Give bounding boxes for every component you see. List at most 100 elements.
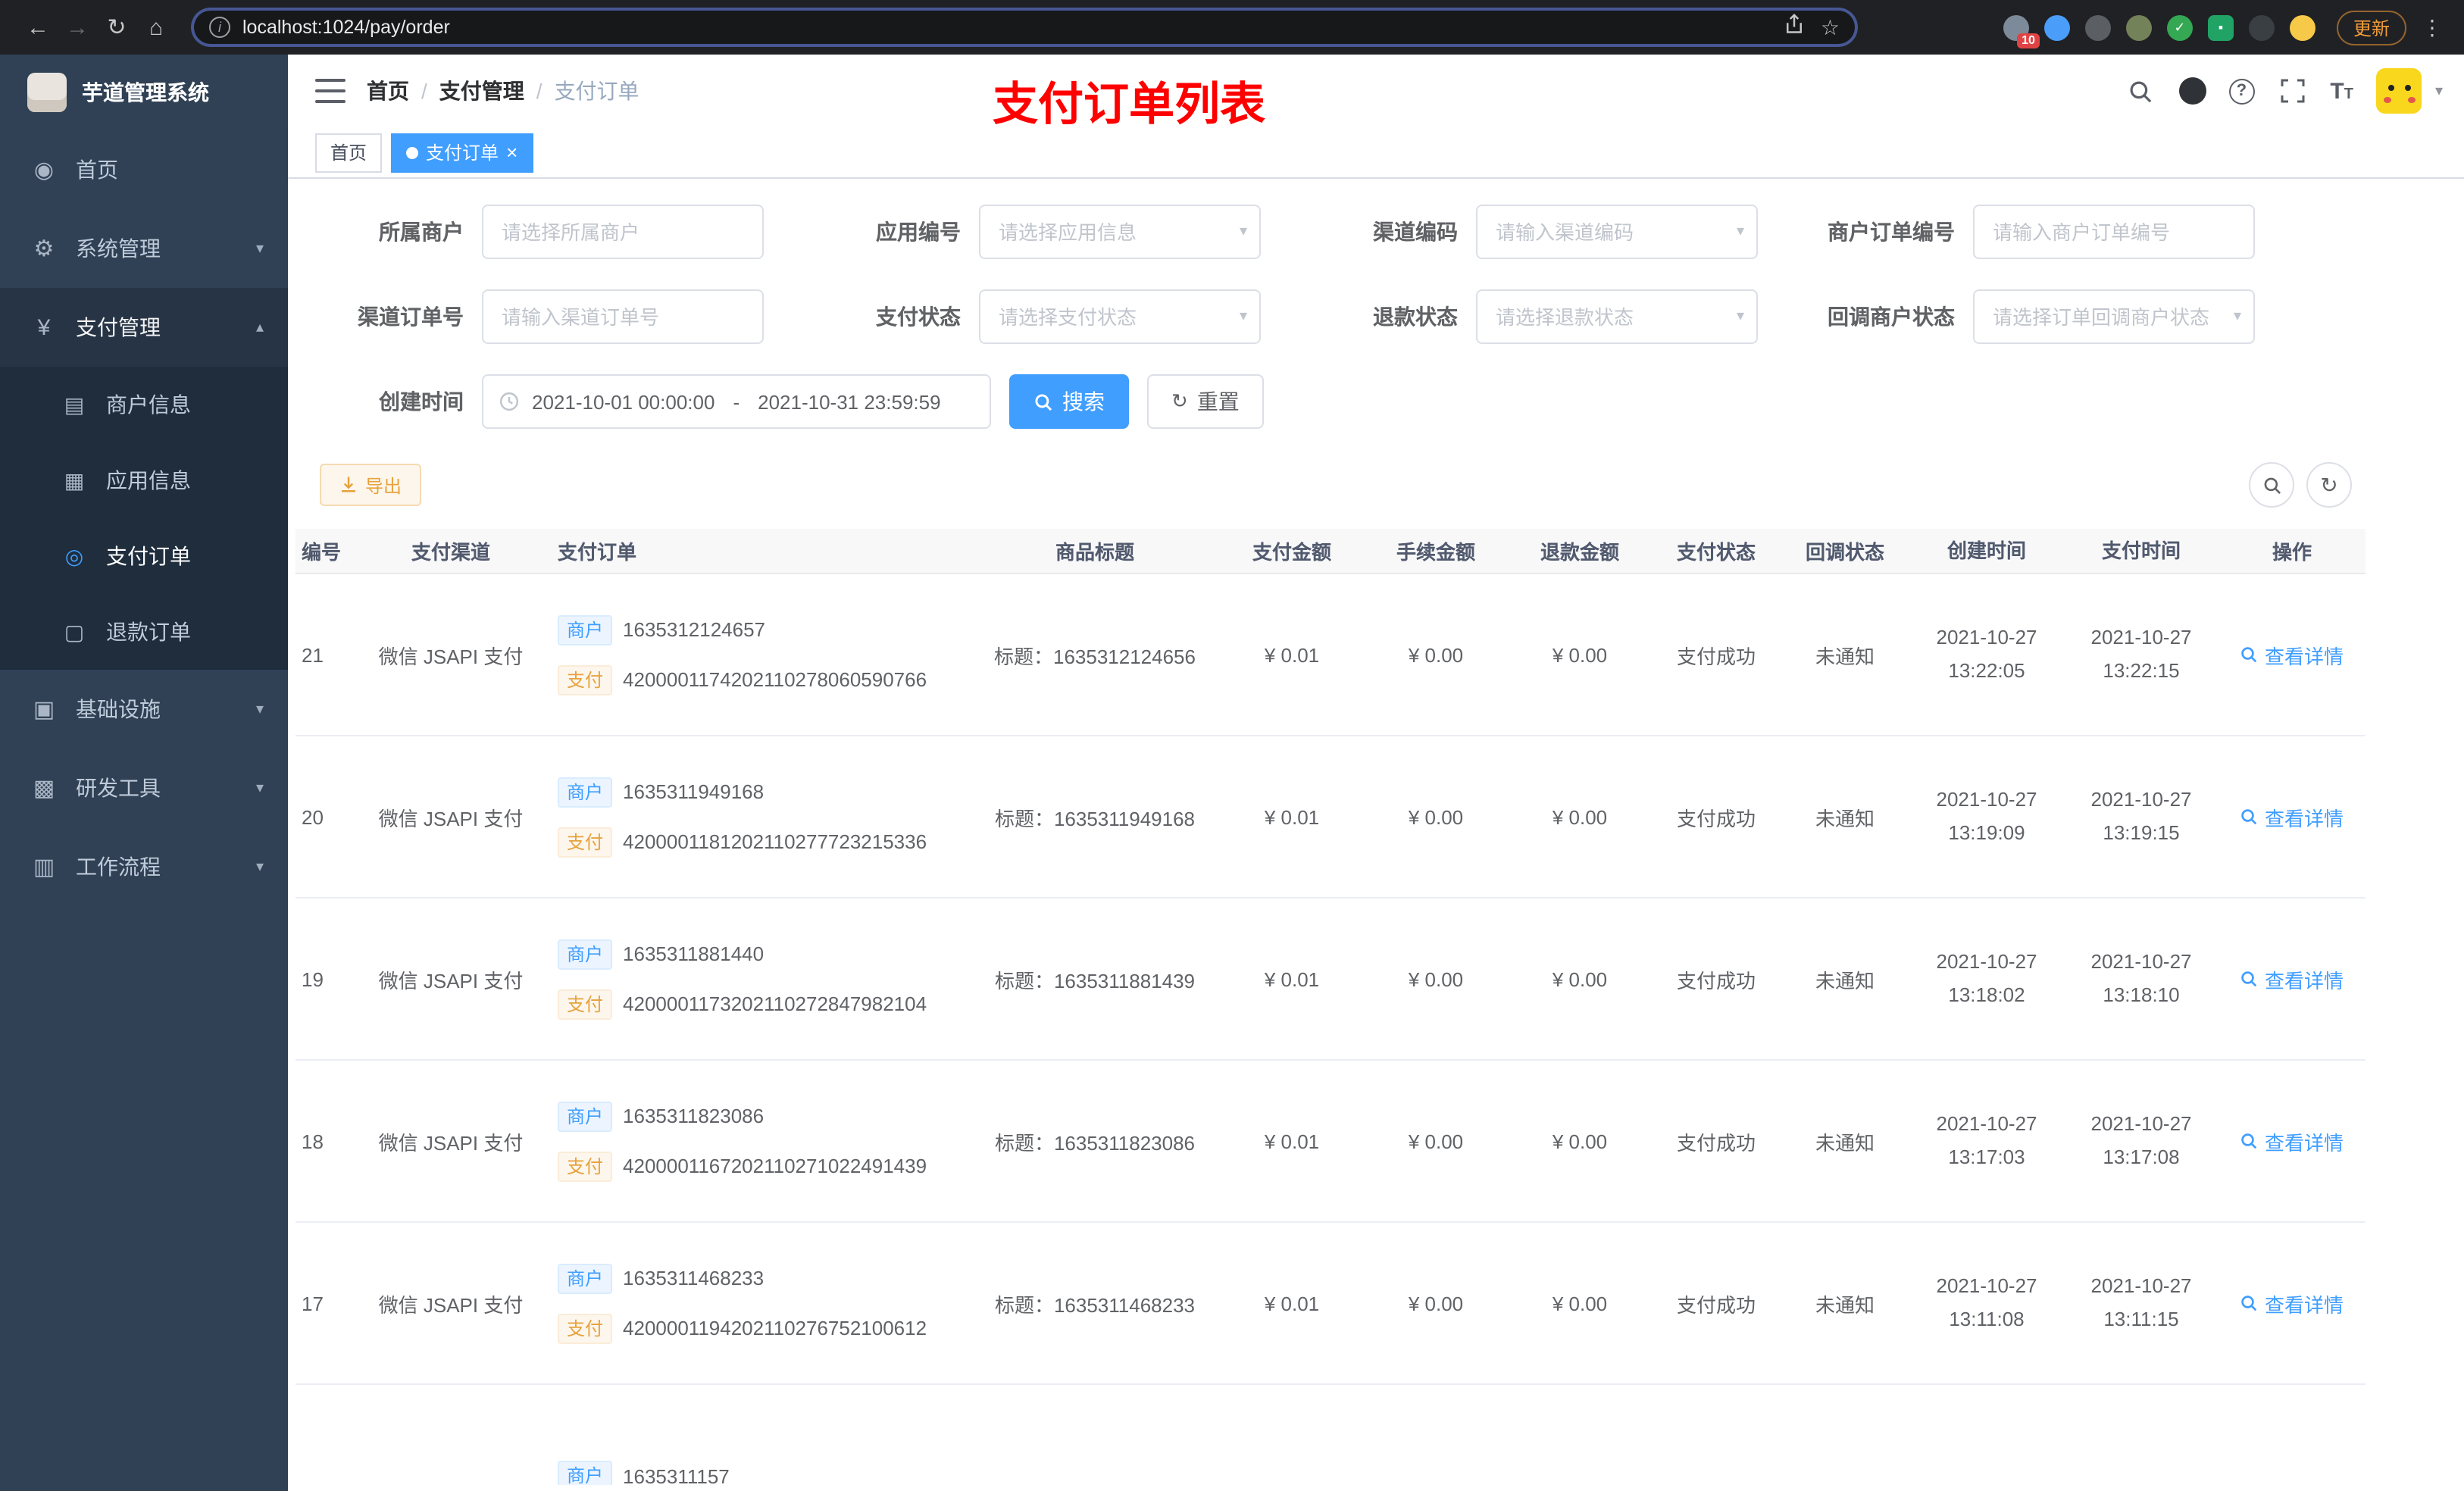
cell-notify: 未通知 [1815, 969, 1875, 992]
view-detail-link[interactable]: 查看详情 [2240, 964, 2344, 993]
create-time-range-picker[interactable]: 2021-10-01 00:00:00 - 2021-10-31 23:59:5… [482, 374, 991, 429]
back-icon[interactable]: ← [18, 8, 58, 47]
reset-button[interactable]: ↻ 重置 [1147, 374, 1264, 429]
sidebar-item-infra[interactable]: ▣ 基础设施 ▾ [0, 670, 288, 749]
date-end: 2021-10-31 23:59:59 [758, 390, 941, 413]
extension-check-icon[interactable]: ✓ [2166, 14, 2193, 40]
search-icon [2242, 809, 2258, 825]
search-icon [2242, 971, 2258, 987]
sidebar-item-devtools[interactable]: ▩ 研发工具 ▾ [0, 749, 288, 827]
col-channel: 支付渠道 [411, 541, 490, 564]
github-icon[interactable] [2178, 77, 2206, 105]
cell-order: 商户 1635311157 [546, 1385, 970, 1485]
app-no-select[interactable] [979, 205, 1261, 259]
cell-action: 查看详情 [2219, 1223, 2366, 1383]
extension-icon[interactable]: 10 [2003, 14, 2040, 48]
sidebar-item-pay-order[interactable]: ◎ 支付订单 [0, 518, 288, 594]
sidebar-item-system[interactable]: ⚙ 系统管理 ▾ [0, 209, 288, 288]
col-action: 操作 [2272, 541, 2312, 564]
chevron-down-icon: ▾ [255, 858, 264, 875]
chevron-down-icon: ▾ [1736, 308, 1744, 325]
extension-puzzle-icon[interactable] [2248, 14, 2275, 40]
cell-pay-time: 2021-10-27 13:18:10 [2090, 950, 2192, 1006]
cell-fee: ¥ 0.00 [1408, 1292, 1464, 1314]
chevron-down-icon: ▾ [1736, 223, 1744, 240]
merchant-tag: 商户 [558, 1263, 613, 1293]
help-icon[interactable]: ? [2228, 78, 2255, 104]
notify-status-select[interactable] [1973, 289, 2255, 344]
col-notify: 回调状态 [1805, 541, 1884, 564]
site-info-icon[interactable]: i [209, 17, 230, 38]
cell-amount: ¥ 0.01 [1264, 967, 1320, 990]
view-detail-link[interactable]: 查看详情 [2240, 802, 2344, 831]
refund-status-select[interactable] [1476, 289, 1758, 344]
search-button[interactable]: 搜索 [1009, 374, 1129, 429]
chevron-down-icon: ▾ [2233, 308, 2241, 325]
date-start: 2021-10-01 00:00:00 [532, 390, 715, 413]
view-detail-link[interactable]: 查看详情 [2240, 1127, 2344, 1155]
reload-icon[interactable]: ↻ [97, 8, 136, 47]
cell-id: 19 [302, 967, 324, 990]
update-button[interactable]: 更新 [2336, 10, 2406, 45]
breadcrumb-home[interactable]: 首页 [367, 76, 409, 106]
merchant-input[interactable] [482, 205, 764, 259]
search-icon [2242, 647, 2258, 663]
sidebar-item-merchant-info[interactable]: ▤ 商户信息 [0, 367, 288, 442]
url-bar[interactable]: i localhost:1024/pay/order ☆ [191, 8, 1858, 47]
channel-order-no-input[interactable] [482, 289, 764, 344]
sidebar-item-refund-order[interactable]: ▢ 退款订单 [0, 594, 288, 670]
extension-icon[interactable] [2043, 14, 2070, 40]
pay-order-no: 4200001174202110278060590766 [623, 668, 927, 691]
extension-chat-icon[interactable]: ▪ [2207, 14, 2234, 40]
cell-create-time: 2021-10-27 13:18:02 [1936, 950, 2037, 1006]
extension-icon[interactable] [2125, 14, 2152, 40]
sidebar-item-app-info[interactable]: ▦ 应用信息 [0, 442, 288, 518]
sidebar-item-workflow[interactable]: ▥ 工作流程 ▾ [0, 827, 288, 906]
tab-home[interactable]: 首页 [315, 133, 383, 172]
view-detail-link[interactable]: 查看详情 [2240, 1289, 2344, 1318]
sidebar-item-label: 退款订单 [106, 620, 191, 644]
pay-status-select[interactable] [979, 289, 1261, 344]
avatar[interactable] [2375, 68, 2422, 114]
browser-menu-icon[interactable]: ⋮ [2419, 14, 2446, 40]
breadcrumb-section[interactable]: 支付管理 [439, 76, 524, 106]
sidebar-item-pay[interactable]: ¥ 支付管理 ▴ [0, 288, 288, 367]
pay-tag: 支付 [558, 827, 613, 857]
search-icon[interactable] [2125, 76, 2156, 106]
search-icon [2242, 1296, 2258, 1311]
sidebar-item-home[interactable]: ◉ 首页 [0, 130, 288, 209]
tab-pay-order[interactable]: 支付订单 × [391, 133, 533, 172]
cell-status: 支付成功 [1676, 645, 1756, 667]
fullscreen-icon[interactable] [2277, 76, 2307, 106]
cell-action: 查看详情 [2219, 736, 2366, 897]
font-size-icon[interactable]: TT [2330, 78, 2353, 104]
close-icon[interactable]: × [506, 142, 518, 162]
logo-title: 芋道管理系统 [82, 80, 209, 105]
share-icon[interactable] [1784, 13, 1806, 42]
col-title: 商品标题 [1055, 541, 1134, 564]
cell-notify: 未通知 [1815, 1293, 1875, 1316]
search-toggle-button[interactable] [2249, 462, 2294, 508]
sidebar-item-label: 工作流程 [76, 855, 161, 879]
channel-code-select[interactable] [1476, 205, 1758, 259]
col-fee: 手续金额 [1396, 541, 1475, 564]
extension-icon[interactable] [2084, 14, 2111, 40]
hamburger-icon[interactable] [315, 79, 346, 103]
cell-fee: ¥ 0.00 [1408, 967, 1464, 990]
cell-amount: ¥ 0.01 [1264, 1292, 1320, 1314]
bookmark-star-icon[interactable]: ☆ [1821, 14, 1840, 40]
forward-icon[interactable]: → [58, 8, 97, 47]
col-id: 编号 [302, 541, 342, 564]
view-detail-link[interactable]: 查看详情 [2240, 640, 2344, 669]
logo-avatar [27, 73, 67, 112]
cell-title: 标题：1635311881439 [994, 969, 1196, 992]
refresh-button[interactable]: ↻ [2306, 462, 2352, 508]
merchant-order-no: 1635312124657 [623, 618, 766, 641]
export-button[interactable]: 导出 [320, 464, 422, 506]
extension-emoji-icon[interactable] [2289, 14, 2315, 40]
home-icon[interactable]: ⌂ [136, 8, 176, 47]
chevron-down-icon[interactable]: ▾ [2435, 83, 2443, 99]
cell-pay-time: 2021-10-27 13:22:15 [2090, 626, 2192, 682]
logo[interactable]: 芋道管理系统 [0, 55, 288, 130]
merchant-order-no-input[interactable] [1973, 205, 2255, 259]
